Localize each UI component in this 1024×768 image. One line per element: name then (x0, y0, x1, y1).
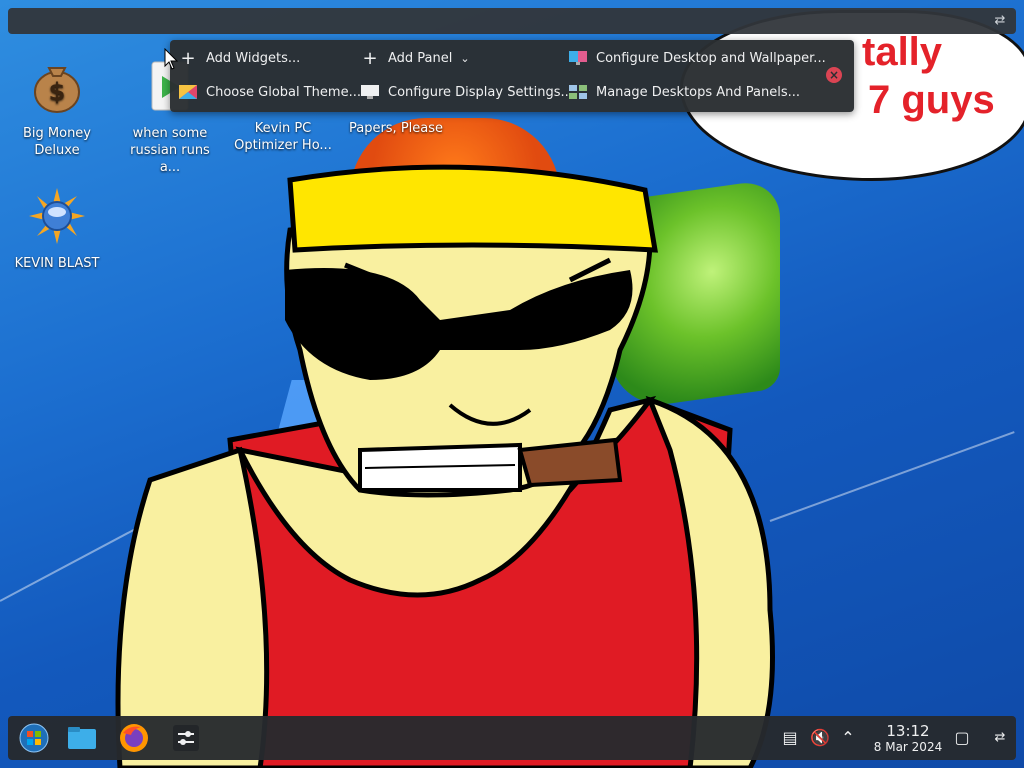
firefox-icon (120, 724, 148, 752)
desktop-icon-label: Big Money Deluxe (22, 126, 91, 158)
settings-icon (173, 725, 199, 751)
add-panel-button[interactable]: + Add Panel ⌄ (360, 47, 470, 69)
desktop-wallpaper-icon (569, 51, 587, 65)
manage-desktops-button[interactable]: Manage Desktops And Panels... (568, 81, 800, 103)
manage-desktops-label: Manage Desktops And Panels... (596, 84, 801, 100)
start-icon (19, 723, 49, 753)
choose-global-theme-button[interactable]: Choose Global Theme... (178, 81, 361, 103)
desktop-icon-label: when some russian runs a... (130, 126, 210, 175)
svg-text:$: $ (49, 78, 66, 106)
desktop-edit-toolbar: + Add Widgets... + Add Panel ⌄ Configure… (170, 40, 854, 112)
display-settings-button[interactable]: Configure Display Settings... (360, 81, 573, 103)
bubble-text-line1: tally (862, 30, 943, 74)
close-edit-mode-icon[interactable]: × (826, 67, 842, 83)
clock-time: 13:12 (886, 722, 930, 740)
desktop-icon-label: Papers, Please (348, 121, 444, 136)
configure-desktop-label: Configure Desktop and Wallpaper... (596, 50, 826, 66)
start-menu-button[interactable] (18, 722, 50, 754)
configure-desktop-button[interactable]: Configure Desktop and Wallpaper... (568, 47, 826, 69)
panel-configure-icon[interactable]: ⇄ (990, 728, 1010, 748)
file-manager-icon (68, 727, 96, 749)
bubble-text-line2: 7 guys (868, 78, 995, 122)
settings-button[interactable] (170, 722, 202, 754)
add-widgets-button[interactable]: + Add Widgets... (178, 47, 300, 69)
mouse-cursor-icon (164, 48, 178, 70)
chevron-up-icon[interactable]: ⌃ (838, 728, 858, 748)
blast-sun-icon (29, 188, 85, 244)
money-bag-icon: $ (34, 67, 80, 113)
digital-clock[interactable]: 13:12 8 Mar 2024 (868, 722, 948, 755)
display-settings-label: Configure Display Settings... (388, 84, 573, 100)
file-manager-button[interactable] (66, 722, 98, 754)
desktop-icon-kevin-blast[interactable]: KEVIN BLAST (7, 186, 107, 272)
clock-date: 8 Mar 2024 (873, 740, 943, 754)
panel-configure-icon[interactable]: ⇄ (992, 13, 1008, 29)
clipboard-icon[interactable]: ▤ (780, 728, 800, 748)
add-panel-label: Add Panel (388, 50, 453, 66)
plus-icon: + (362, 47, 378, 69)
desktop-icon-label: Kevin PC Optimizer Ho... (234, 121, 332, 153)
top-panel[interactable]: ⇄ (8, 8, 1016, 34)
plus-icon: + (180, 47, 196, 69)
desktop-icon-big-money-deluxe[interactable]: $ Big Money Deluxe (7, 56, 107, 159)
meme-character-drawing (115, 164, 775, 768)
desktop-icon-label: KEVIN BLAST (14, 256, 100, 271)
firefox-button[interactable] (118, 722, 150, 754)
chevron-down-icon: ⌄ (460, 51, 470, 65)
taskbar: ▤ 🔇 ⌃ 13:12 8 Mar 2024 ▢ ⇄ (8, 716, 1016, 760)
manage-desktops-icon (569, 85, 587, 99)
choose-global-theme-label: Choose Global Theme... (206, 84, 361, 100)
monitor-icon (361, 85, 379, 99)
show-desktop-icon[interactable]: ▢ (952, 728, 972, 748)
global-theme-icon (179, 85, 197, 99)
volume-muted-icon[interactable]: 🔇 (810, 728, 830, 748)
add-widgets-label: Add Widgets... (206, 50, 301, 66)
